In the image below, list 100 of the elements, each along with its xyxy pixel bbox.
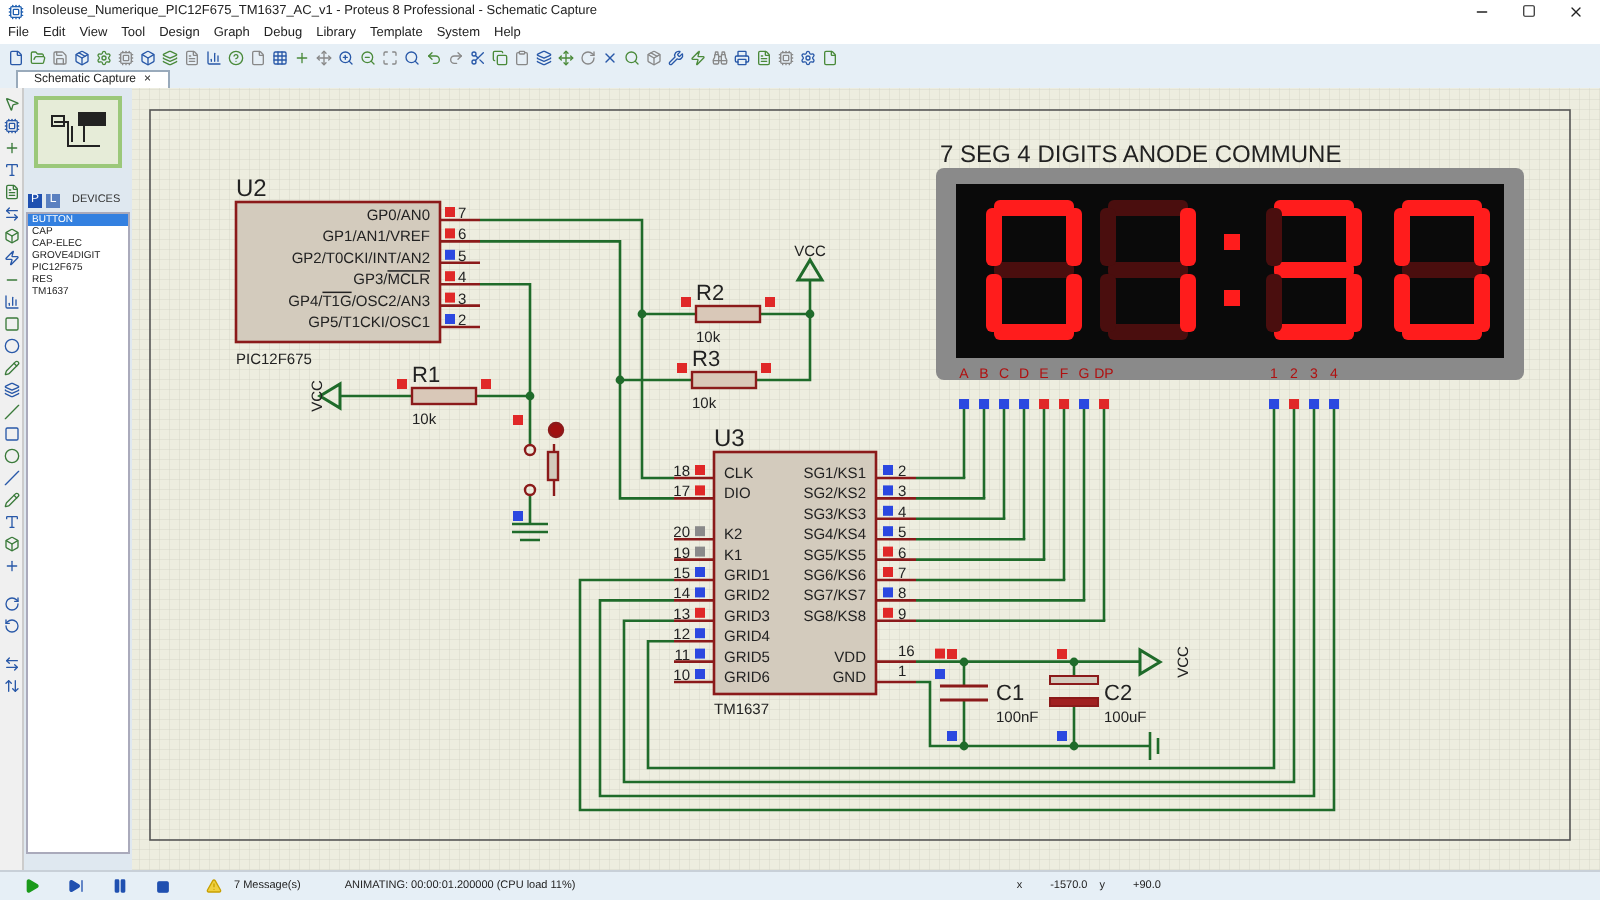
box-icon[interactable] bbox=[3, 426, 19, 442]
cut-icon[interactable] bbox=[470, 49, 486, 65]
settings-icon[interactable] bbox=[96, 49, 112, 65]
folder-icon[interactable] bbox=[30, 49, 46, 65]
layers-icon[interactable] bbox=[162, 49, 178, 65]
component-reference: U3 bbox=[714, 424, 745, 452]
component-reference: R2 bbox=[696, 282, 725, 306]
resistor-symbol bbox=[690, 370, 758, 390]
copy-icon[interactable] bbox=[492, 49, 508, 65]
resistor-symbol bbox=[410, 386, 478, 406]
box-icon[interactable] bbox=[140, 49, 156, 65]
component-reference: R1 bbox=[412, 364, 441, 388]
capacitor-symbol bbox=[938, 684, 990, 702]
pointer-icon[interactable] bbox=[3, 96, 19, 112]
help-icon[interactable] bbox=[228, 49, 244, 65]
pin-line bbox=[876, 660, 916, 663]
junction-dot bbox=[805, 309, 815, 319]
overview-thumbnail[interactable] bbox=[34, 96, 122, 168]
find-icon[interactable] bbox=[712, 49, 728, 65]
ground-icon bbox=[510, 530, 550, 542]
pin-line bbox=[674, 639, 714, 643]
path-icon[interactable] bbox=[3, 492, 19, 508]
new-file-icon[interactable] bbox=[8, 49, 24, 65]
pin-line bbox=[876, 680, 916, 684]
pin-line bbox=[876, 619, 916, 623]
zoom-out-icon[interactable] bbox=[360, 49, 376, 65]
paste-icon[interactable] bbox=[514, 49, 530, 65]
block-rotate-icon[interactable] bbox=[580, 49, 596, 65]
component-reference: C1 bbox=[996, 682, 1025, 706]
pin-line bbox=[876, 497, 916, 500]
warning-icon bbox=[206, 878, 222, 894]
mirror-vertical-icon[interactable] bbox=[3, 678, 19, 694]
pin-line bbox=[876, 517, 916, 521]
pin-line bbox=[674, 497, 714, 500]
maximize-icon[interactable] bbox=[1522, 4, 1536, 18]
rotate-counterclockwise-icon[interactable] bbox=[3, 618, 19, 634]
undo-icon[interactable] bbox=[426, 49, 442, 65]
pin-line bbox=[674, 537, 714, 541]
power-terminal-icon bbox=[1138, 647, 1163, 677]
pin-line bbox=[674, 619, 714, 623]
grid-icon[interactable] bbox=[272, 49, 288, 65]
mirror-horizontal-icon[interactable] bbox=[3, 656, 19, 672]
zoom-in-icon[interactable] bbox=[338, 49, 354, 65]
pin-line bbox=[876, 558, 916, 561]
pause-icon[interactable] bbox=[112, 878, 128, 894]
junction-dot bbox=[637, 309, 647, 319]
close-icon[interactable] bbox=[1568, 3, 1584, 19]
display-title: 7 SEG 4 DIGITS ANODE COMMUNE bbox=[940, 140, 1342, 168]
component-reference: R3 bbox=[692, 348, 721, 372]
report-icon[interactable] bbox=[756, 49, 772, 65]
block-delete-icon[interactable] bbox=[602, 49, 618, 65]
pin-line bbox=[876, 578, 916, 582]
pin-line bbox=[674, 599, 714, 602]
tool-icon[interactable] bbox=[668, 49, 684, 65]
graph-icon[interactable] bbox=[3, 294, 19, 310]
pan-icon[interactable] bbox=[316, 49, 332, 65]
redo-icon[interactable] bbox=[448, 49, 464, 65]
junction-dot bbox=[615, 375, 625, 385]
pin-line bbox=[440, 240, 480, 243]
junction-dot bbox=[1069, 741, 1079, 751]
save-icon[interactable] bbox=[52, 49, 68, 65]
electrolytic-capacitor-symbol bbox=[1049, 675, 1099, 707]
junction-dot bbox=[525, 391, 535, 401]
pin-line bbox=[674, 578, 714, 582]
junction-dot bbox=[959, 741, 969, 751]
pin-line bbox=[674, 680, 714, 684]
app-logo-icon bbox=[8, 3, 24, 19]
junction-dot bbox=[959, 657, 969, 667]
step-icon[interactable] bbox=[68, 878, 84, 894]
stop-icon[interactable] bbox=[156, 879, 170, 893]
pin-line bbox=[876, 476, 916, 480]
play-icon[interactable] bbox=[24, 878, 40, 894]
pin-line bbox=[440, 282, 480, 286]
line-icon[interactable] bbox=[3, 404, 19, 420]
chip-icon[interactable] bbox=[118, 49, 134, 65]
pin-line bbox=[674, 476, 714, 480]
package-icon[interactable] bbox=[74, 49, 90, 65]
pin-line bbox=[674, 558, 714, 561]
rotate-clockwise-icon[interactable] bbox=[3, 596, 19, 612]
pin-line bbox=[876, 599, 916, 602]
pin-line bbox=[674, 660, 714, 663]
pin-line bbox=[440, 325, 480, 329]
pin-line bbox=[440, 304, 480, 307]
document-icon[interactable] bbox=[184, 49, 200, 65]
component-reference: U2 bbox=[236, 174, 267, 202]
circle-icon[interactable] bbox=[3, 448, 19, 464]
sheet-icon[interactable] bbox=[250, 49, 266, 65]
pin-line bbox=[876, 537, 916, 541]
component-reference: C2 bbox=[1104, 682, 1133, 706]
wire bbox=[340, 394, 412, 398]
block-move-icon[interactable] bbox=[558, 49, 574, 65]
resistor-symbol bbox=[694, 304, 762, 324]
script-icon[interactable] bbox=[3, 184, 19, 200]
chart-icon[interactable] bbox=[206, 49, 222, 65]
pin-line bbox=[440, 218, 480, 222]
text-icon[interactable] bbox=[3, 514, 19, 530]
power-terminal-icon bbox=[795, 257, 825, 282]
pin-line bbox=[440, 261, 480, 265]
junction-dot bbox=[1069, 657, 1079, 667]
print-icon[interactable] bbox=[734, 49, 750, 65]
